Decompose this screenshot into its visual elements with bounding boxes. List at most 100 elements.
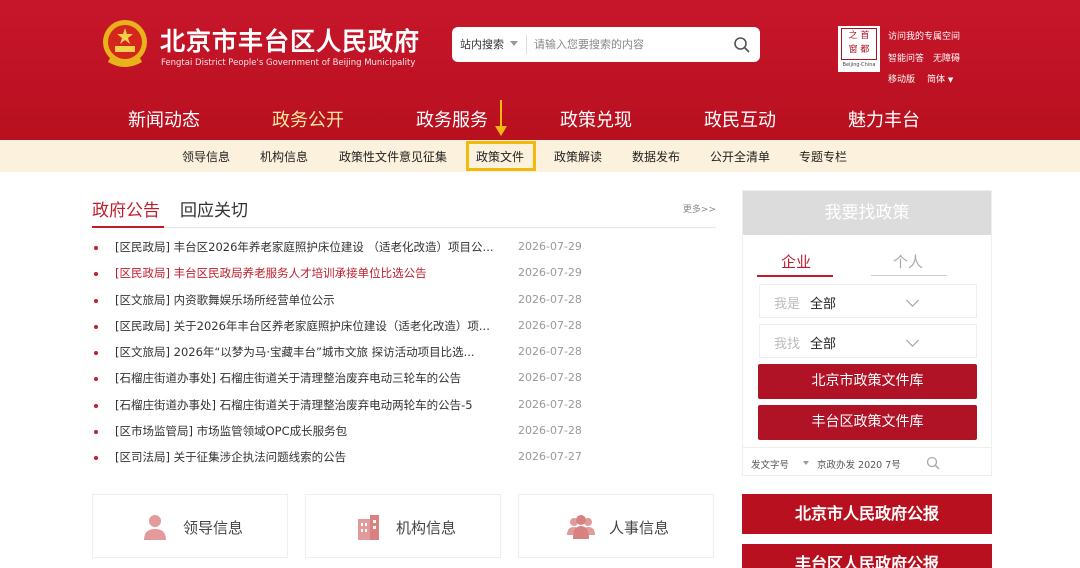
list-item[interactable]: [区文旅局] 2026年“以梦为马·宝藏丰台”城市文旅 探访活动项目比选... 2… [92, 341, 716, 367]
smart-qa-link[interactable]: 智能问答 [888, 51, 924, 64]
notice-date: 2026-07-28 [518, 345, 582, 359]
language-switch[interactable]: 简体 ▼ [927, 72, 953, 85]
nav-item-policy-fulfillment[interactable]: 政策兑现 [560, 106, 632, 132]
list-item[interactable]: [区民政局] 丰台区民政局养老服务人才培训承接单位比选公告 2026-07-29 [92, 262, 716, 288]
beijing-gazette-button[interactable]: 北京市人民政府公报 [742, 494, 992, 534]
caret-down-icon[interactable] [803, 461, 809, 465]
subnav-policy-consultation[interactable]: 政策性文件意见征集 [339, 148, 447, 165]
bullet-icon [94, 246, 98, 250]
notice-title-link[interactable]: [区文旅局] 2026年“以梦为马·宝藏丰台”城市文旅 探访活动项目比选... [115, 344, 475, 360]
site-header: 北京市丰台区人民政府 Fengtai District People's Gov… [0, 0, 1080, 140]
notice-date: 2026-07-28 [518, 318, 582, 332]
list-item[interactable]: [区司法局] 关于征集涉企执法问题线索的公告 2026-07-27 [92, 446, 716, 472]
card-label: 领导信息 [183, 519, 244, 537]
notice-date: 2026-07-28 [518, 292, 582, 306]
subnav-disclosure-list[interactable]: 公开全清单 [710, 148, 770, 165]
person-icon [144, 515, 166, 540]
tab-enterprise[interactable]: 企业 [781, 251, 811, 272]
bullet-icon [94, 298, 98, 303]
bullet-icon [94, 430, 98, 435]
tab-individual[interactable]: 个人 [893, 251, 923, 272]
notice-title-link[interactable]: [区市场监管局] 市场监管领域OPC成长服务包 [115, 423, 347, 439]
building-icon [358, 515, 379, 540]
list-item[interactable]: [区民政局] 丰台区2026年养老家庭照护床位建设 （适老化改造）项目公... 2… [92, 236, 716, 262]
notice-date: 2026-07-28 [518, 397, 582, 411]
notice-date: 2026-07-27 [518, 450, 582, 464]
capital-seal-icon: 之 首窗 都 [841, 28, 877, 60]
caret-down-icon: ▼ [947, 76, 954, 84]
subnav-policy-interpretation[interactable]: 政策解读 [554, 148, 602, 165]
search-scope-dropdown[interactable]: 站内搜索 [460, 27, 504, 62]
notice-tabs: 政府公告 回应关切 更多>> [92, 196, 716, 228]
card-institution-info[interactable]: 机构信息 [305, 494, 501, 558]
notice-date: 2026-07-29 [518, 266, 582, 280]
main-nav: 新闻动态 政务公开 政务服务 政策兑现 政民互动 魅力丰台 [92, 96, 992, 140]
need-select[interactable]: 我找 全部 [759, 324, 977, 358]
chevron-down-icon [906, 334, 919, 347]
doc-number-label[interactable]: 发文字号 [751, 457, 789, 471]
nav-item-gov-services[interactable]: 政务服务 [416, 106, 488, 132]
more-link[interactable]: 更多>> [683, 202, 716, 215]
list-item[interactable]: [区市场监管局] 市场监管领域OPC成长服务包 2026-07-28 [92, 420, 716, 446]
list-item[interactable]: [石榴庄街道办事处] 石榴庄街道关于清理整治废弃电动两轮车的公告-5 2026-0… [92, 394, 716, 420]
notice-title-link[interactable]: [区民政局] 丰台区2026年养老家庭照护床位建设 （适老化改造）项目公... [115, 239, 494, 255]
subnav-institution-info[interactable]: 机构信息 [260, 148, 308, 165]
bullet-icon [94, 351, 98, 356]
beijing-policy-library-button[interactable]: 北京市政策文件库 [758, 364, 977, 399]
search-box: 站内搜索 [452, 27, 760, 62]
list-item[interactable]: [区文旅局] 内资歌舞娱乐场所经营单位公示 2026-07-28 [92, 289, 716, 315]
beijing-logo-caption: Beijing·China [842, 62, 876, 68]
subnav-leader-info[interactable]: 领导信息 [182, 148, 230, 165]
nav-item-interaction[interactable]: 政民互动 [704, 106, 776, 132]
policy-finder-title: 我要找政策 [743, 191, 991, 235]
visit-space-link[interactable]: 访问我的专属空间 [888, 29, 960, 42]
tab-response-concerns[interactable]: 回应关切 [180, 196, 248, 221]
notice-title-link[interactable]: [区民政局] 关于2026年丰台区养老家庭照护床位建设（适老化改造）项... [115, 318, 490, 334]
fengtai-policy-library-button[interactable]: 丰台区政策文件库 [758, 405, 977, 440]
search-icon[interactable] [925, 455, 941, 471]
card-label: 机构信息 [396, 519, 457, 537]
search-divider [526, 35, 527, 54]
notice-title-link[interactable]: [石榴庄街道办事处] 石榴庄街道关于清理整治废弃电动两轮车的公告-5 [115, 397, 473, 413]
list-item[interactable]: [石榴庄街道办事处] 石榴庄街道关于清理整治废弃电动三轮车的公告 2026-07-… [92, 367, 716, 393]
tab-underline [92, 226, 164, 228]
search-input[interactable] [534, 33, 724, 56]
national-emblem-icon [103, 20, 147, 67]
nav-item-charm-fengtai[interactable]: 魅力丰台 [848, 106, 920, 132]
search-icon[interactable] [732, 35, 752, 55]
people-icon [567, 515, 595, 539]
list-item[interactable]: [区民政局] 关于2026年丰台区养老家庭照护床位建设（适老化改造）项... 20… [92, 315, 716, 341]
notice-title-link[interactable]: [区文旅局] 内资歌舞娱乐场所经营单位公示 [115, 292, 335, 308]
card-label: 人事信息 [609, 519, 670, 537]
tab-gov-notices[interactable]: 政府公告 [92, 196, 160, 221]
subnav-data-release[interactable]: 数据发布 [632, 148, 680, 165]
bullet-icon [94, 403, 98, 408]
site-title: 北京市丰台区人民政府 [160, 27, 421, 56]
annotation-arrow-line [500, 100, 502, 128]
bullet-icon [94, 272, 98, 277]
card-leader-info[interactable]: 领导信息 [92, 494, 288, 558]
beijing-logo: 之 首窗 都 Beijing·China [838, 26, 880, 72]
sub-nav: 领导信息 机构信息 政策性文件意见征集 政策文件 政策解读 数据发布 公开全清单… [0, 140, 1080, 172]
identity-select[interactable]: 我是 全部 [759, 284, 977, 318]
chevron-down-icon[interactable] [510, 41, 518, 46]
accessibility-link[interactable]: 无障碍 [933, 51, 960, 64]
mobile-link[interactable]: 移动版 [888, 72, 915, 85]
notice-date: 2026-07-28 [518, 371, 582, 385]
nav-item-gov-disclosure[interactable]: 政务公开 [272, 106, 344, 132]
notice-title-link[interactable]: [区司法局] 关于征集涉企执法问题线索的公告 [115, 449, 346, 465]
subnav-special-topics[interactable]: 专题专栏 [799, 148, 847, 165]
bullet-icon [94, 377, 98, 382]
fengtai-gazette-button[interactable]: 丰台区人民政府公报 [742, 544, 992, 568]
card-personnel-info[interactable]: 人事信息 [518, 494, 714, 558]
notice-date: 2026-07-28 [518, 424, 582, 438]
site-subtitle: Fengtai District People's Government of … [161, 58, 416, 68]
notice-title-link[interactable]: [石榴庄街道办事处] 石榴庄街道关于清理整治废弃电动三轮车的公告 [115, 370, 461, 386]
nav-item-news[interactable]: 新闻动态 [128, 106, 200, 132]
notice-title-link[interactable]: [区民政局] 丰台区民政局养老服务人才培训承接单位比选公告 [115, 265, 427, 281]
need-select-label: 我找 [774, 337, 801, 352]
doc-number-input[interactable]: 京政办发 2020 7号 [817, 457, 901, 471]
doc-number-search: 发文字号 京政办发 2020 7号 [743, 447, 991, 477]
chevron-down-icon [906, 294, 919, 307]
need-select-value: 全部 [810, 337, 837, 352]
